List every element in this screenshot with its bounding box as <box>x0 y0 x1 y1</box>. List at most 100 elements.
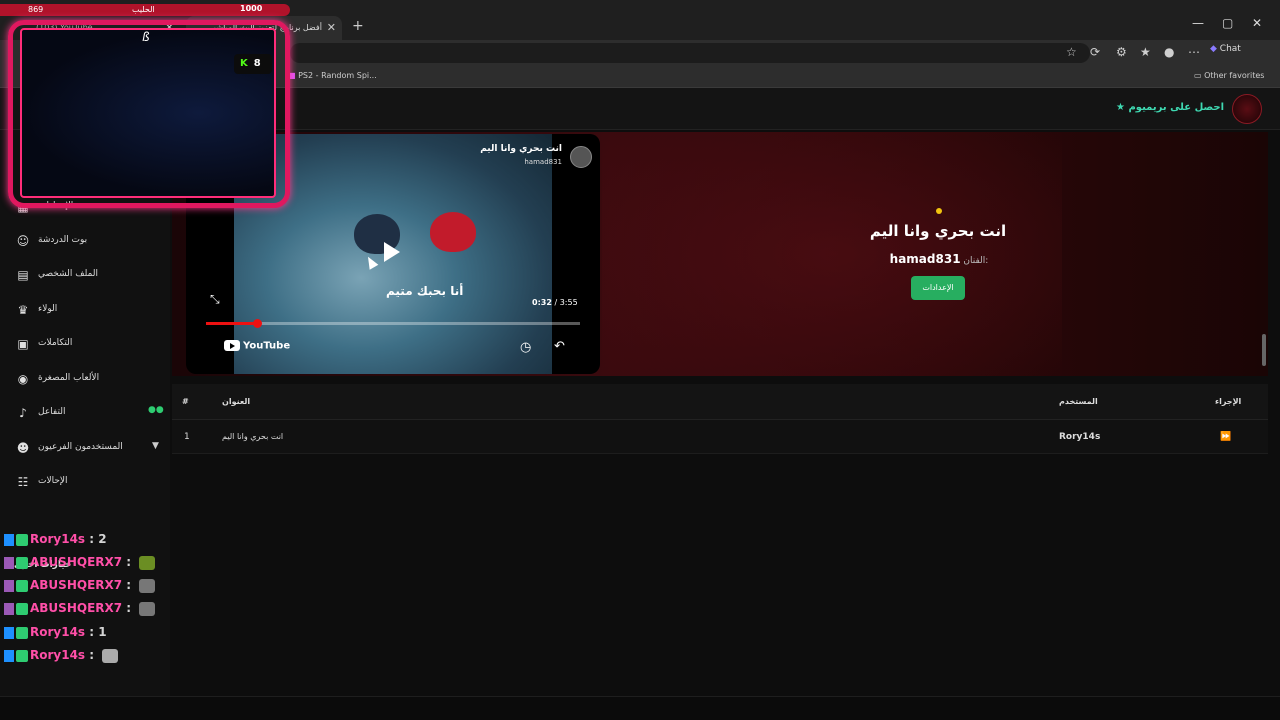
goal-left-value: 869 <box>28 5 44 14</box>
platform-icon <box>4 602 14 615</box>
badge-icon <box>16 533 28 546</box>
address-bar[interactable] <box>290 43 1090 63</box>
badge-icon <box>16 649 28 662</box>
extensions-puzzle-icon[interactable]: ⚙ <box>1116 45 1127 59</box>
badge-icon <box>16 626 28 639</box>
chat-username: ABUSHQERX7 <box>30 555 123 569</box>
sidebar-item-referrals[interactable]: ☷ الإحالات <box>0 467 170 497</box>
chat-username: Rory14s <box>30 532 86 546</box>
profile-avatar-icon[interactable]: ● <box>1164 45 1174 59</box>
sidebar-item-profile[interactable]: ▤ الملف الشخصي <box>0 260 170 290</box>
sidebar-item-label: الملف الشخصي <box>38 269 98 279</box>
bookmark-star-icon[interactable]: ☆ <box>1066 45 1077 59</box>
artist-line: hamad831 الفنان: <box>872 252 1002 266</box>
other-favorites-label: Other favorites <box>1204 71 1265 80</box>
close-window-button[interactable]: ✕ <box>1252 16 1262 30</box>
chat-message: ABUSHQERX7 : <box>4 578 156 598</box>
col-num: # <box>182 397 189 406</box>
kick-viewer-badge: K8 <box>234 54 272 74</box>
maximize-button[interactable]: ▢ <box>1222 16 1233 30</box>
copilot-chat-button[interactable]: ◆ Chat <box>1210 44 1241 54</box>
sidebar-item-label: الإحالات <box>38 476 68 486</box>
extension-icon[interactable]: ⟳ <box>1090 45 1100 59</box>
chat-text: 1 <box>98 625 107 639</box>
new-tab-button[interactable]: + <box>352 18 364 34</box>
table-header: # العنوان المستخدم الإجراء <box>172 384 1268 420</box>
chat-text: 2 <box>98 532 107 546</box>
badge-icon <box>16 579 28 592</box>
chat-message: Rory14s : 2 <box>4 532 107 552</box>
settings-button[interactable]: الإعدادات <box>911 276 965 300</box>
play-icon[interactable] <box>384 242 400 262</box>
col-action: الإجراء <box>1215 397 1242 406</box>
progress-fill <box>206 322 257 325</box>
premium-star-icon: ★ <box>1116 102 1125 113</box>
row-title: انت بحري وانا اليم <box>222 432 284 441</box>
table-row[interactable]: 1 انت بحري وانا اليم Rory14s ⏩ <box>172 420 1268 454</box>
other-favorites[interactable]: ▭ Other favorites <box>1194 71 1264 80</box>
fullscreen-icon[interactable]: ⤡ <box>210 292 220 307</box>
chat-message: ABUSHQERX7 : <box>4 555 156 575</box>
platform-icon <box>4 556 14 569</box>
goal-right-value: 1000 <box>240 4 263 13</box>
users-icon: ☻ <box>16 441 30 455</box>
video-title[interactable]: انت بحري وانا اليم <box>456 144 562 154</box>
badge-icon <box>16 556 28 569</box>
copilot-icon: ◆ <box>1210 44 1217 54</box>
chat-separator: : <box>85 648 99 662</box>
youtube-logo[interactable]: YouTube <box>224 340 290 352</box>
more-menu-icon[interactable]: ⋯ <box>1188 45 1200 59</box>
youtube-play-icon <box>224 340 240 351</box>
duration: 3:55 <box>559 298 578 307</box>
chat-separator: : <box>122 601 136 615</box>
sidebar-item-subusers[interactable]: ☻ المستخدمون الفرعيون ▼ <box>0 433 170 463</box>
row-user: Rory14s <box>1059 432 1101 442</box>
chat-message: ABUSHQERX7 : <box>4 601 156 621</box>
sidebar-item-label: التكاملات <box>38 338 73 348</box>
sidebar-item-interaction[interactable]: ♪ التفاعل ●● <box>0 398 170 428</box>
watch-later-icon[interactable]: ◷ <box>520 340 531 355</box>
new-tag-icon: ●● <box>148 405 164 415</box>
progress-bar[interactable] <box>206 319 580 328</box>
chat-label: Chat <box>1219 44 1241 54</box>
puzzle-icon: ▣ <box>17 337 29 351</box>
site-logo[interactable] <box>1232 94 1262 124</box>
youtube-label: YouTube <box>243 340 291 352</box>
col-title: العنوان <box>222 397 251 406</box>
favorite-ps2[interactable]: ■ PS2 - Random Spi... <box>288 71 377 80</box>
sidebar-item-integrations[interactable]: ▣ التكاملات <box>0 329 170 359</box>
sidebar-item-label: المستخدمون الفرعيون <box>38 442 123 452</box>
sidebar-item-minigames[interactable]: ◉ الألعاب المصغرة <box>0 364 170 394</box>
sidebar-item-chatbot[interactable]: ☺ بوت الدردشة <box>0 226 170 256</box>
chat-message: Rory14s : <box>4 648 119 668</box>
platform-icon <box>4 533 14 546</box>
get-premium-link[interactable]: ★ احصل على بريميوم <box>1116 102 1224 113</box>
emote-icon <box>139 601 156 616</box>
emote-icon <box>102 648 119 663</box>
sidebar-item-loyalty[interactable]: ♛ الولاء <box>0 295 170 325</box>
music-icon: ♪ <box>19 406 27 420</box>
goal-label: الحليب <box>132 5 155 14</box>
favorite-label: PS2 - Random Spi... <box>298 71 377 80</box>
emote-icon <box>139 555 156 570</box>
tab-close-icon[interactable]: ✕ <box>327 16 336 40</box>
chat-message: Rory14s : 1 <box>4 625 107 645</box>
chat-username: ABUSHQERX7 <box>30 601 123 615</box>
status-dot <box>936 208 942 214</box>
chat-separator: : <box>85 625 99 639</box>
skip-forward-icon[interactable]: ⏩ <box>1220 420 1231 454</box>
favorites-icon[interactable]: ★ <box>1140 45 1151 59</box>
song-title: انت بحري وانا اليم <box>869 222 1007 240</box>
gamepad-icon: ◉ <box>17 372 29 386</box>
share-icon[interactable]: ↶ <box>554 339 565 354</box>
progress-knob[interactable] <box>252 319 262 328</box>
frame-emblem-icon: ß <box>142 30 150 44</box>
bottom-bar <box>0 696 1280 720</box>
minimize-button[interactable]: — <box>1192 16 1204 30</box>
chat-separator: : <box>122 578 136 592</box>
table-scrollbar[interactable] <box>1262 334 1266 366</box>
video-channel[interactable]: hamad831 <box>486 158 562 166</box>
col-user: المستخدم <box>1059 397 1098 406</box>
video-lyric: أنا بحبك متيم <box>386 284 464 298</box>
channel-avatar[interactable] <box>570 146 592 168</box>
